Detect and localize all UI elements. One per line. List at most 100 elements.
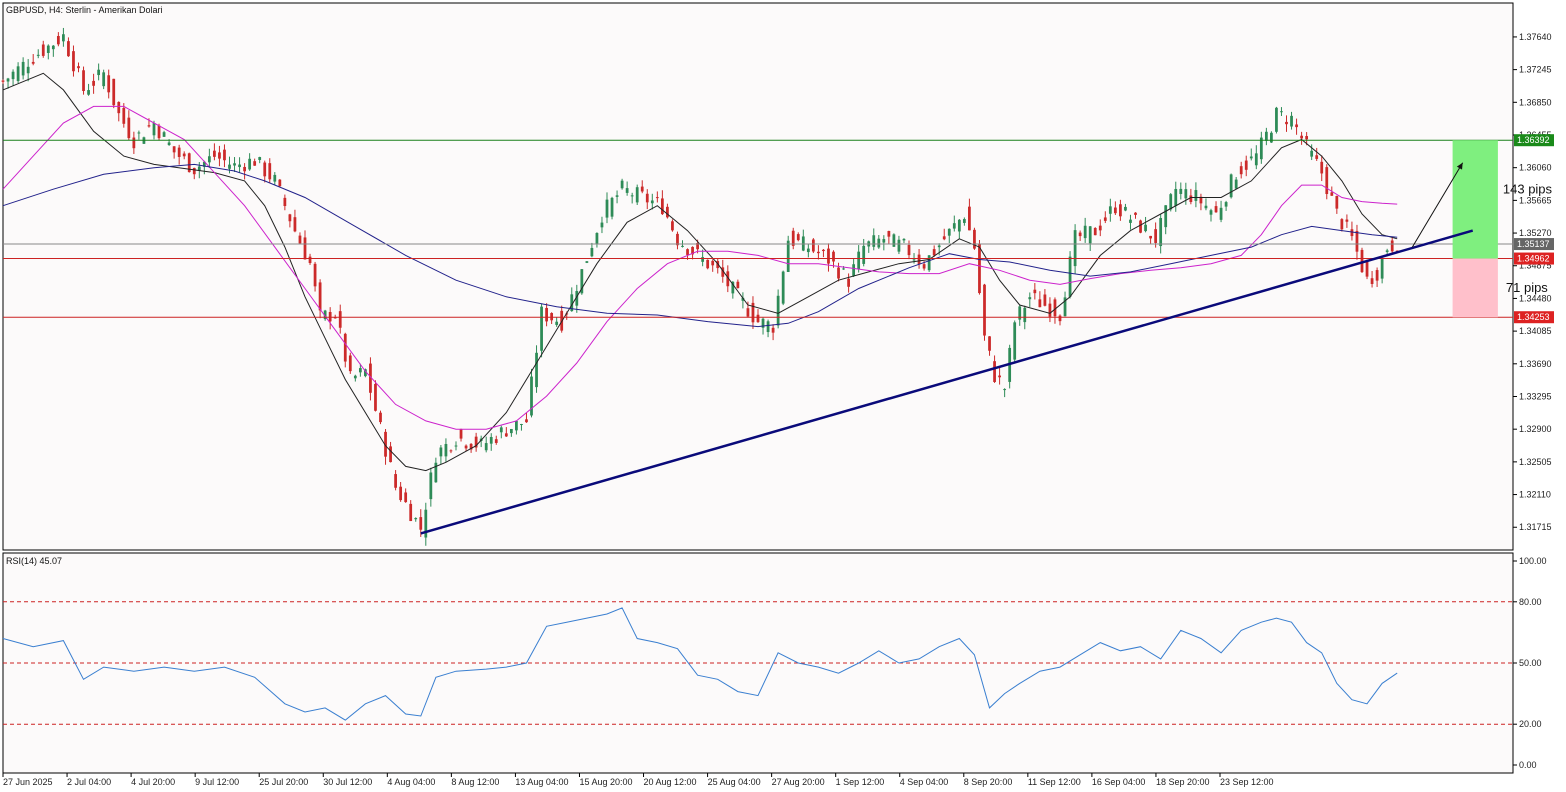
candle-body (645, 193, 649, 203)
candle-body (822, 249, 825, 252)
candle-body (545, 307, 548, 322)
candle-body (701, 257, 705, 262)
price-tick-label: 1.36060 (1519, 163, 1552, 173)
candle-body (1144, 224, 1147, 232)
candle-body (711, 260, 715, 266)
candle-body (454, 445, 458, 447)
candle-body (87, 90, 90, 95)
candle-body (1355, 230, 1359, 252)
candle-body (318, 282, 322, 311)
candle-body (620, 180, 624, 189)
candle-body (152, 123, 156, 136)
candle-body (660, 198, 664, 215)
candle (781, 270, 785, 306)
candle-body (167, 142, 171, 146)
candle-body (1390, 240, 1394, 252)
candle-body (92, 80, 95, 86)
candle-body (1068, 256, 1072, 297)
candle-body (811, 239, 815, 252)
candle (1008, 344, 1012, 389)
candle-body (303, 237, 307, 260)
candle-body (1370, 278, 1374, 284)
target-pips-label: 143 pips (1503, 181, 1553, 196)
time-tick-label: 15 Aug 20:00 (579, 777, 632, 787)
candle-body (1098, 225, 1102, 231)
resistance-price-tag: 1.36392 (1514, 134, 1554, 147)
candle-body (172, 146, 176, 153)
candle (585, 261, 589, 264)
price-tick-label: 1.32110 (1519, 490, 1551, 500)
price-tick-label: 1.37245 (1519, 65, 1552, 75)
candle-body (177, 147, 181, 157)
candle-body (817, 251, 820, 254)
time-tick-label: 4 Jul 20:00 (131, 777, 175, 787)
time-tick-label: 25 Aug 04:00 (708, 777, 761, 787)
candle-body (686, 249, 689, 255)
candle-body (550, 313, 554, 321)
candle-body (46, 45, 50, 53)
candle-body (535, 352, 538, 388)
candle-body (847, 278, 850, 287)
candle-body (520, 424, 523, 426)
candle-body (1249, 156, 1253, 159)
candle-body (338, 311, 342, 328)
candle-body (192, 167, 196, 175)
candle-body (1325, 167, 1329, 195)
candle-body (253, 161, 257, 166)
candle-body (313, 263, 317, 287)
candle-body (1078, 232, 1082, 237)
candle-body (1209, 210, 1213, 215)
candle-body (298, 235, 302, 244)
time-tick-label: 13 Aug 04:00 (515, 777, 568, 787)
rsi-tick-label: 20.00 (1519, 719, 1542, 729)
candle-body (268, 163, 272, 180)
entry-price-tag: 1.34962 (1514, 252, 1554, 265)
price-tick-label: 1.32900 (1519, 424, 1552, 434)
candle-body (1013, 322, 1017, 360)
candle-body (635, 187, 639, 203)
candle-body (1103, 217, 1107, 221)
price-tick-label: 1.35665 (1519, 195, 1552, 205)
time-tick-label: 2 Jul 04:00 (67, 777, 111, 787)
candle-body (842, 268, 845, 270)
candle-body (932, 249, 936, 256)
candle-body (1244, 160, 1248, 170)
candle-body (122, 107, 126, 124)
candle-body (1204, 205, 1208, 209)
candle-body (947, 228, 951, 236)
candle-body (1270, 132, 1273, 143)
candle-body (117, 101, 121, 114)
candle-body (1119, 204, 1122, 217)
candle-body (1169, 194, 1173, 210)
candle-body (1159, 218, 1163, 247)
candle-body (449, 450, 453, 452)
candle-body (273, 174, 277, 182)
candle (374, 380, 377, 412)
support-price-tag: 1.34253 (1514, 311, 1554, 324)
candle-body (776, 295, 780, 326)
candle-body (1330, 192, 1334, 196)
candle-body (444, 443, 448, 457)
candle (112, 78, 116, 109)
candle-body (1073, 230, 1077, 267)
candle-body (1184, 189, 1188, 199)
candle-body (1028, 297, 1032, 300)
candle-body (912, 259, 916, 261)
chart-header: GBPUSD, H4: Sterlin - Amerikan Dolari (6, 5, 163, 15)
candle-body (957, 219, 961, 232)
candle-body (278, 179, 282, 187)
candle-body (107, 75, 111, 93)
candle-body (595, 232, 599, 244)
candle-body (605, 199, 609, 218)
time-tick-label: 9 Jul 12:00 (195, 777, 239, 787)
current-price-tag-text: 1.35137 (1517, 239, 1550, 249)
candle-body (213, 150, 216, 157)
candle (82, 66, 85, 95)
candle-body (746, 308, 750, 317)
candle-body (243, 166, 246, 172)
time-tick-label: 27 Aug 20:00 (772, 777, 825, 787)
candle-body (902, 238, 906, 241)
candle-body (1254, 153, 1258, 166)
candle-body (993, 361, 996, 382)
candle-body (555, 321, 559, 325)
